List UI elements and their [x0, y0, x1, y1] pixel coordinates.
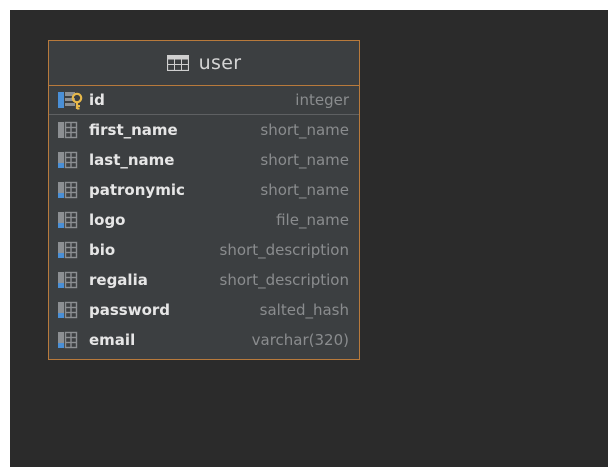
column-icon — [58, 150, 83, 170]
primary-key-column-icon — [58, 90, 83, 110]
column-type: short_name — [260, 121, 349, 139]
column-icon — [58, 180, 83, 200]
column-type: short_name — [260, 181, 349, 199]
column-type: short_description — [219, 271, 349, 289]
column-name: id — [89, 91, 105, 109]
column-row-regalia[interactable]: regalia short_description — [49, 265, 359, 295]
column-icon — [58, 210, 83, 230]
column-name: patronymic — [89, 181, 185, 199]
table-icon — [166, 55, 189, 71]
column-icon — [58, 240, 83, 260]
column-type: short_name — [260, 151, 349, 169]
column-name: first_name — [89, 121, 178, 139]
column-name: password — [89, 301, 171, 319]
column-type: varchar(320) — [251, 331, 349, 349]
column-row-bio[interactable]: bio short_description — [49, 235, 359, 265]
column-icon — [58, 330, 83, 350]
column-type: file_name — [276, 211, 349, 229]
column-type: short_description — [219, 241, 349, 259]
column-name: bio — [89, 241, 116, 259]
column-icon — [58, 120, 83, 140]
column-name: logo — [89, 211, 126, 229]
column-row-password[interactable]: password salted_hash — [49, 295, 359, 325]
diagram-canvas: user id integer first_name short_name la… — [10, 10, 608, 467]
column-row-patronymic[interactable]: patronymic short_name — [49, 175, 359, 205]
column-type: integer — [295, 91, 349, 109]
column-row-last-name[interactable]: last_name short_name — [49, 145, 359, 175]
entity-header: user — [49, 41, 359, 86]
column-row-id[interactable]: id integer — [49, 86, 359, 115]
column-icon — [58, 270, 83, 290]
entity-user[interactable]: user id integer first_name short_name la… — [48, 40, 360, 360]
column-name: last_name — [89, 151, 175, 169]
column-row-logo[interactable]: logo file_name — [49, 205, 359, 235]
column-type: salted_hash — [259, 301, 349, 319]
column-row-first-name[interactable]: first_name short_name — [49, 115, 359, 145]
column-name: email — [89, 331, 136, 349]
column-row-email[interactable]: email varchar(320) — [49, 325, 359, 355]
column-icon — [58, 300, 83, 320]
column-name: regalia — [89, 271, 148, 289]
entity-title: user — [198, 52, 242, 74]
